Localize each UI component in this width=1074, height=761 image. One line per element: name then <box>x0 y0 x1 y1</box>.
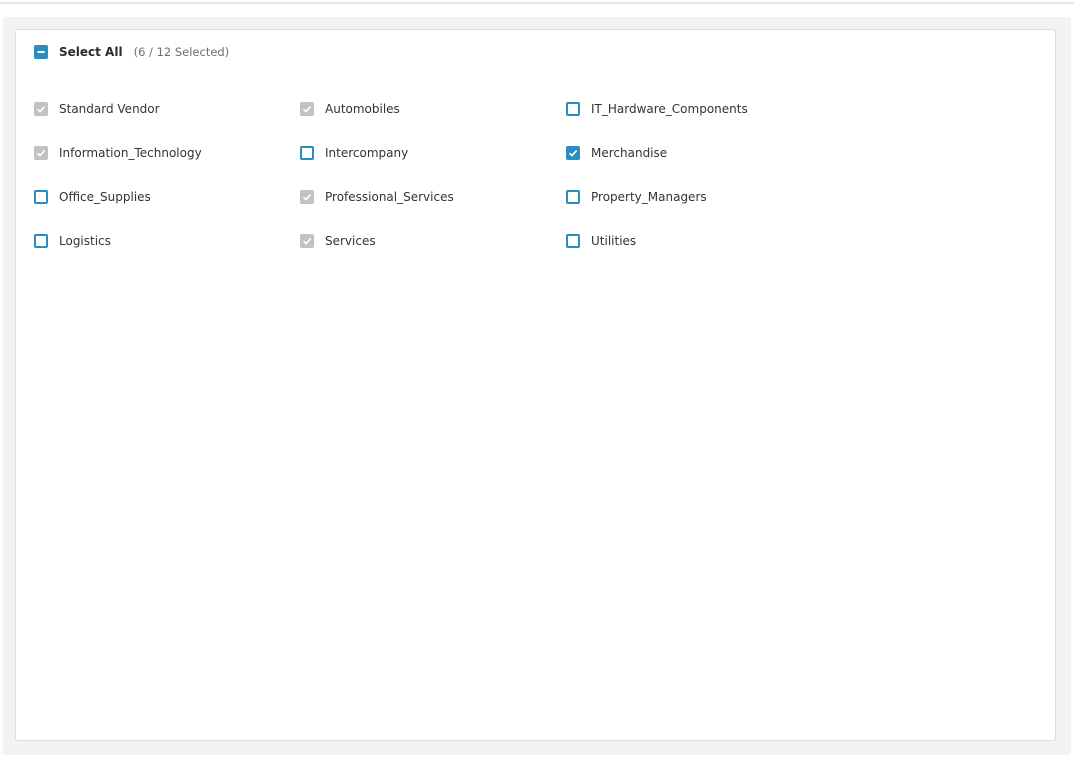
option-utilities[interactable]: Utilities <box>566 233 636 249</box>
option-checkbox[interactable] <box>300 146 314 160</box>
option-checkbox[interactable] <box>566 146 580 160</box>
selected-count: (6 / 12 Selected) <box>133 45 230 59</box>
option-label: Intercompany <box>325 146 409 160</box>
option-merchandise[interactable]: Merchandise <box>566 145 667 161</box>
option-checkbox[interactable] <box>300 190 314 204</box>
option-checkbox[interactable] <box>34 146 48 160</box>
option-label: Information_Technology <box>59 146 202 160</box>
option-information-technology[interactable]: Information_Technology <box>34 145 202 161</box>
select-all-row[interactable]: Select All (6 / 12 Selected) <box>34 44 229 60</box>
option-label: Utilities <box>591 234 637 248</box>
top-divider <box>0 2 1074 4</box>
option-label: Professional_Services <box>325 190 454 204</box>
option-automobiles[interactable]: Automobiles <box>300 101 400 117</box>
option-professional-services[interactable]: Professional_Services <box>300 189 454 205</box>
option-office-supplies[interactable]: Office_Supplies <box>34 189 151 205</box>
option-it-hardware-components[interactable]: IT_Hardware_Components <box>566 101 748 117</box>
check-icon <box>568 150 578 157</box>
checkbox-card: Select All (6 / 12 Selected) Standard Ve… <box>15 29 1056 741</box>
option-property-managers[interactable]: Property_Managers <box>566 189 707 205</box>
check-icon <box>36 106 46 113</box>
check-icon <box>302 106 312 113</box>
option-checkbox[interactable] <box>566 190 580 204</box>
check-icon <box>36 150 46 157</box>
option-label: Services <box>325 234 376 248</box>
option-checkbox[interactable] <box>34 234 48 248</box>
check-icon <box>302 238 312 245</box>
filter-panel: Select All (6 / 12 Selected) Standard Ve… <box>3 17 1071 755</box>
option-label: Property_Managers <box>591 190 707 204</box>
option-label: IT_Hardware_Components <box>591 102 748 116</box>
option-checkbox[interactable] <box>300 234 314 248</box>
minus-icon <box>37 51 45 53</box>
option-label: Office_Supplies <box>59 190 151 204</box>
option-checkbox[interactable] <box>34 102 48 116</box>
option-label: Merchandise <box>591 146 668 160</box>
select-all-label: Select All <box>59 45 123 59</box>
option-label: Standard Vendor <box>59 102 160 116</box>
option-checkbox[interactable] <box>566 234 580 248</box>
option-label: Automobiles <box>325 102 400 116</box>
option-label: Logistics <box>59 234 111 248</box>
option-logistics[interactable]: Logistics <box>34 233 111 249</box>
option-checkbox[interactable] <box>300 102 314 116</box>
option-intercompany[interactable]: Intercompany <box>300 145 408 161</box>
select-all-checkbox[interactable] <box>34 45 48 59</box>
check-icon <box>302 194 312 201</box>
option-checkbox[interactable] <box>566 102 580 116</box>
option-standard-vendor[interactable]: Standard Vendor <box>34 101 160 117</box>
option-services[interactable]: Services <box>300 233 376 249</box>
option-checkbox[interactable] <box>34 190 48 204</box>
